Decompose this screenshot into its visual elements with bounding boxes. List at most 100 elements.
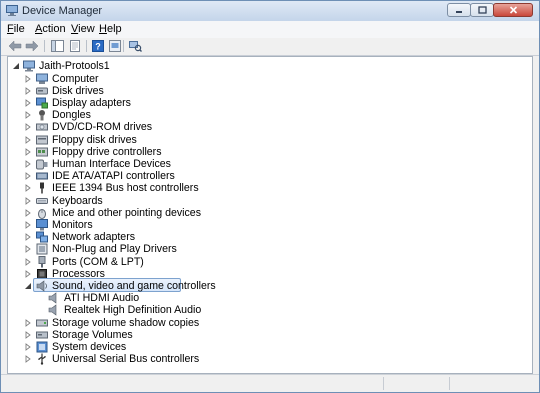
maximize-icon	[477, 6, 487, 14]
tree-item[interactable]: Ports (COM & LPT)	[24, 255, 244, 268]
tree-item[interactable]: System devices	[24, 341, 244, 353]
back-button[interactable]	[7, 39, 23, 53]
help-icon: ?	[92, 40, 104, 52]
tree-item[interactable]: Floppy disk drives	[24, 134, 244, 146]
tree-item-label: Computer	[52, 72, 99, 85]
back-arrow-icon	[8, 40, 22, 52]
tree-item-label: Human Interface Devices	[52, 157, 171, 170]
tree-child-label: ATI HDMI Audio	[64, 292, 140, 305]
tree-item-label: System devices	[52, 340, 127, 353]
tree-child-item[interactable]: ATI HDMI Audio	[48, 292, 248, 304]
help-button[interactable]: ?	[90, 39, 106, 53]
tree-item[interactable]: Universal Serial Bus controllers	[24, 353, 244, 365]
menu-help[interactable]: Help	[99, 23, 122, 35]
tree-item[interactable]: Storage volume shadow copies	[24, 317, 244, 329]
menu-file[interactable]: File	[7, 23, 25, 35]
tree-item-label: Storage Volumes	[52, 328, 133, 341]
expand-triangle-icon[interactable]	[24, 172, 32, 180]
expand-triangle-icon[interactable]	[24, 355, 32, 363]
tree-child-item[interactable]: Realtek High Definition Audio	[48, 304, 248, 316]
tree-item[interactable]: Display adapters	[24, 97, 244, 109]
storage-volume-icon	[36, 331, 48, 339]
tree-item-label: Universal Serial Bus controllers	[52, 353, 200, 366]
close-button[interactable]	[493, 3, 533, 17]
collapse-triangle-icon[interactable]	[24, 282, 32, 290]
expand-triangle-icon[interactable]	[24, 74, 32, 83]
toolbar-separator	[123, 40, 124, 52]
tree-item[interactable]: Disk drives	[24, 85, 244, 97]
expand-triangle-icon[interactable]	[24, 342, 32, 351]
device-manager-window: Device Manager File Action View Help ? J…	[0, 0, 540, 393]
tree-item-label: Sound, video and game controllers	[52, 279, 216, 292]
toolbar-separator	[86, 40, 87, 52]
tree-item[interactable]: Monitors	[24, 218, 244, 231]
menu-view[interactable]: View	[71, 23, 95, 35]
toolbar: ?	[1, 38, 539, 56]
expand-triangle-icon[interactable]	[24, 86, 32, 95]
tree-item-label: Dongles	[52, 109, 91, 122]
tree-item[interactable]: IEEE 1394 Bus host controllers	[24, 182, 244, 194]
tree-item[interactable]: Floppy drive controllers	[24, 146, 244, 158]
tree-root-row[interactable]: Jaith-Protools1	[12, 60, 212, 72]
tree-item-label: Network adapters	[52, 231, 136, 244]
expand-triangle-icon[interactable]	[24, 196, 32, 205]
tree-item-label: Ports (COM & LPT)	[52, 255, 144, 268]
expand-triangle-icon[interactable]	[24, 159, 32, 168]
tree-item[interactable]: Human Interface Devices	[24, 158, 244, 170]
close-icon	[509, 6, 517, 14]
update-driver-button[interactable]	[107, 39, 123, 53]
expand-triangle-icon[interactable]	[24, 245, 32, 254]
tree-item[interactable]: Keyboards	[24, 195, 244, 207]
tree-item[interactable]: Storage Volumes	[24, 329, 244, 341]
tree-item[interactable]: Network adapters	[24, 231, 244, 243]
expand-triangle-icon[interactable]	[24, 147, 32, 156]
tree-item[interactable]: Sound, video and game controllers	[24, 280, 244, 292]
svg-text:?: ?	[95, 42, 101, 52]
expand-triangle-icon[interactable]	[24, 233, 32, 241]
dvd-drive-icon	[36, 123, 48, 131]
expand-triangle-icon[interactable]	[24, 123, 32, 132]
expand-triangle-icon[interactable]	[24, 111, 32, 119]
display-adapter-icon	[36, 97, 48, 109]
window-controls	[447, 3, 533, 18]
tree-item[interactable]: Computer	[24, 73, 244, 85]
minimize-button[interactable]	[447, 3, 471, 17]
tree-item[interactable]: Dongles	[24, 109, 244, 121]
expand-triangle-icon[interactable]	[24, 269, 32, 278]
status-cell	[449, 377, 538, 390]
properties-button[interactable]	[67, 39, 83, 53]
expand-triangle-icon[interactable]	[24, 257, 32, 266]
tree-item[interactable]: Mice and other pointing devices	[24, 207, 244, 219]
tree-item[interactable]: DVD/CD-ROM drives	[24, 121, 244, 133]
expand-triangle-icon[interactable]	[24, 184, 32, 193]
expand-triangle-icon[interactable]	[24, 330, 32, 339]
expand-triangle-icon[interactable]	[24, 208, 32, 217]
network-adapter-icon	[36, 231, 48, 243]
collapse-triangle-icon[interactable]	[12, 62, 20, 70]
status-bar	[1, 374, 539, 392]
ieee1394-icon	[40, 182, 44, 194]
scan-hardware-button[interactable]	[127, 39, 143, 53]
tree-item-label: DVD/CD-ROM drives	[52, 121, 153, 134]
expand-triangle-icon[interactable]	[24, 318, 32, 327]
expand-triangle-icon[interactable]	[24, 135, 32, 144]
speaker-icon	[48, 292, 57, 304]
tree-item[interactable]: IDE ATA/ATAPI controllers	[24, 170, 244, 182]
system-device-icon	[36, 341, 48, 353]
menu-action[interactable]: Action	[35, 23, 66, 35]
computer-icon	[23, 60, 35, 72]
expand-triangle-icon[interactable]	[24, 220, 32, 229]
device-tree[interactable]: Jaith-Protools1 Computer Disk drives Displ…	[7, 56, 533, 374]
forward-button[interactable]	[24, 39, 40, 53]
title-bar[interactable]: Device Manager	[1, 1, 539, 22]
tree-item-label: Display adapters	[52, 96, 131, 109]
expand-triangle-icon[interactable]	[24, 98, 32, 107]
scan-hardware-icon	[128, 41, 142, 52]
tree-item-label: Storage volume shadow copies	[52, 316, 200, 329]
maximize-button[interactable]	[470, 3, 494, 17]
menu-bar: File Action View Help	[1, 21, 539, 39]
show-hide-tree-button[interactable]	[49, 39, 65, 53]
toolbar-separator	[44, 40, 45, 52]
tree-item[interactable]: Non-Plug and Play Drivers	[24, 243, 244, 255]
computer-icon	[36, 73, 48, 84]
